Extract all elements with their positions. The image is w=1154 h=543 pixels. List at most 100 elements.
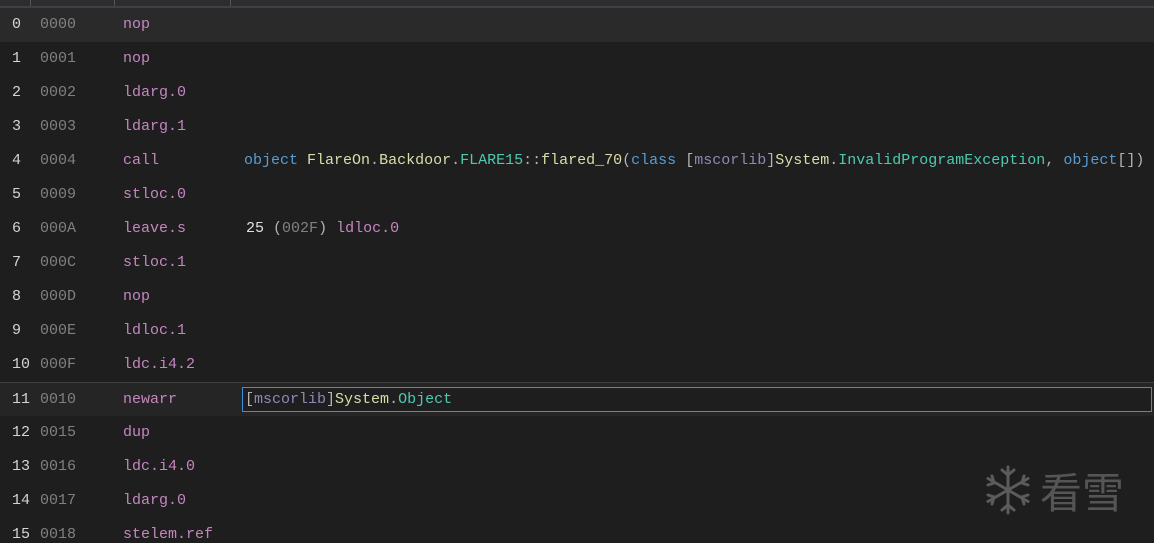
row-index: 11: [12, 391, 31, 408]
row-index: 15: [12, 526, 31, 543]
row-offset: 0004: [40, 152, 77, 169]
operand-edit-field[interactable]: [mscorlib]System.Object: [242, 387, 1152, 412]
row-offset: 0002: [40, 84, 77, 101]
table-row[interactable]: 2 0002 ldarg.0: [0, 76, 1154, 110]
table-row[interactable]: 0 0000 nop: [0, 8, 1154, 42]
snowflake-icon: [986, 465, 1030, 515]
operand-punct: []: [1117, 152, 1136, 169]
row-offset: 000C: [40, 254, 77, 271]
row-offset: 0009: [40, 186, 77, 203]
row-offset: 000A: [40, 220, 77, 237]
column-separator[interactable]: [114, 0, 115, 6]
row-index: 1: [12, 50, 22, 67]
table-row[interactable]: 13 0016 ldc.i4.0: [0, 450, 1154, 484]
operand-punct: [: [685, 152, 695, 169]
table-row[interactable]: 5 0009 stloc.0: [0, 178, 1154, 212]
row-offset: 0015: [40, 424, 77, 441]
il-instruction-table: 0 0000 nop 1 0001 nop 2 0002 ldarg.0 3 0…: [0, 8, 1154, 543]
row-opcode: call: [123, 152, 160, 169]
table-row[interactable]: 3 0003 ldarg.1: [0, 110, 1154, 144]
table-row[interactable]: 9 000E ldloc.1: [0, 314, 1154, 348]
row-opcode: newarr: [123, 391, 178, 408]
row-opcode: nop: [123, 288, 151, 305]
row-index: 14: [12, 492, 31, 509]
operand-punct: ]: [766, 152, 776, 169]
branch-target-index: 25: [246, 220, 265, 237]
row-index: 4: [12, 152, 22, 169]
row-opcode: dup: [123, 424, 151, 441]
row-opcode: stloc.0: [123, 186, 187, 203]
operand-punct: ,: [1045, 152, 1055, 169]
row-opcode: ldarg.0: [123, 492, 187, 509]
row-offset: 000F: [40, 356, 77, 373]
table-row[interactable]: 6 000A leave.s 25 (002F) ldloc.0: [0, 212, 1154, 246]
branch-target-opcode: ldloc.0: [336, 220, 400, 237]
row-index: 9: [12, 322, 22, 339]
row-offset: 0001: [40, 50, 77, 67]
operand-return-type: object: [244, 152, 299, 169]
operand-namespace: Backdoor: [379, 152, 452, 169]
row-opcode: leave.s: [123, 220, 187, 237]
row-opcode: nop: [123, 16, 151, 33]
operand-punct: (: [273, 220, 283, 237]
row-opcode: ldloc.1: [123, 322, 187, 339]
row-index: 12: [12, 424, 31, 441]
row-index: 5: [12, 186, 22, 203]
row-opcode: ldc.i4.0: [123, 458, 196, 475]
row-opcode: ldarg.0: [123, 84, 187, 101]
row-opcode: stelem.ref: [123, 526, 214, 543]
operand-punct: (: [622, 152, 632, 169]
row-offset: 0003: [40, 118, 77, 135]
operand-punct: .: [829, 152, 839, 169]
table-row[interactable]: 1 0001 nop: [0, 42, 1154, 76]
row-offset: 000E: [40, 322, 77, 339]
row-offset: 0000: [40, 16, 77, 33]
operand-namespace: FlareOn: [307, 152, 371, 169]
row-opcode: nop: [123, 50, 151, 67]
table-row[interactable]: 15 0018 stelem.ref: [0, 518, 1154, 543]
operand-method: flared_70: [541, 152, 623, 169]
row-offset: 0010: [40, 391, 77, 408]
operand-class: FLARE15: [460, 152, 524, 169]
operand-keyword: class: [631, 152, 677, 169]
row-index: 0: [12, 16, 22, 33]
operand-punct: ]: [326, 391, 336, 408]
operand-punct: ): [1135, 152, 1145, 169]
table-row[interactable]: 14 0017 ldarg.0: [0, 484, 1154, 518]
row-index: 3: [12, 118, 22, 135]
row-operand[interactable]: 25 (002F) ldloc.0: [246, 212, 399, 246]
row-offset: 0018: [40, 526, 77, 543]
row-index: 2: [12, 84, 22, 101]
table-row[interactable]: 10 000F ldc.i4.2: [0, 348, 1154, 382]
operand-namespace: System: [775, 152, 830, 169]
table-row[interactable]: 8 000D nop: [0, 280, 1154, 314]
watermark-text: 看雪: [1040, 468, 1125, 518]
operand-punct: .: [451, 152, 461, 169]
operand-punct: ): [318, 220, 328, 237]
table-row-selected[interactable]: 11 0010 newarr [mscorlib]System.Object: [0, 382, 1154, 416]
branch-target-offset: 002F: [282, 220, 319, 237]
column-separator[interactable]: [30, 0, 31, 6]
row-index: 10: [12, 356, 31, 373]
row-index: 6: [12, 220, 22, 237]
row-operand[interactable]: object FlareOn.Backdoor.FLARE15::flared_…: [244, 144, 1144, 178]
column-separator[interactable]: [230, 0, 231, 6]
row-opcode: stloc.1: [123, 254, 187, 271]
operand-punct: .: [389, 391, 399, 408]
row-offset: 0016: [40, 458, 77, 475]
row-index: 13: [12, 458, 31, 475]
operand-punct: ::: [523, 152, 542, 169]
operand-class: Object: [398, 391, 453, 408]
table-row[interactable]: 4 0004 call object FlareOn.Backdoor.FLAR…: [0, 144, 1154, 178]
operand-punct: [: [245, 391, 255, 408]
row-index: 8: [12, 288, 22, 305]
row-offset: 000D: [40, 288, 77, 305]
operand-assembly: mscorlib: [254, 391, 327, 408]
column-header: [0, 0, 1154, 8]
table-row[interactable]: 12 0015 dup: [0, 416, 1154, 450]
table-row[interactable]: 7 000C stloc.1: [0, 246, 1154, 280]
row-index: 7: [12, 254, 22, 271]
operand-assembly: mscorlib: [694, 152, 767, 169]
operand-class: InvalidProgramException: [838, 152, 1046, 169]
watermark: 看雪: [982, 460, 1142, 520]
